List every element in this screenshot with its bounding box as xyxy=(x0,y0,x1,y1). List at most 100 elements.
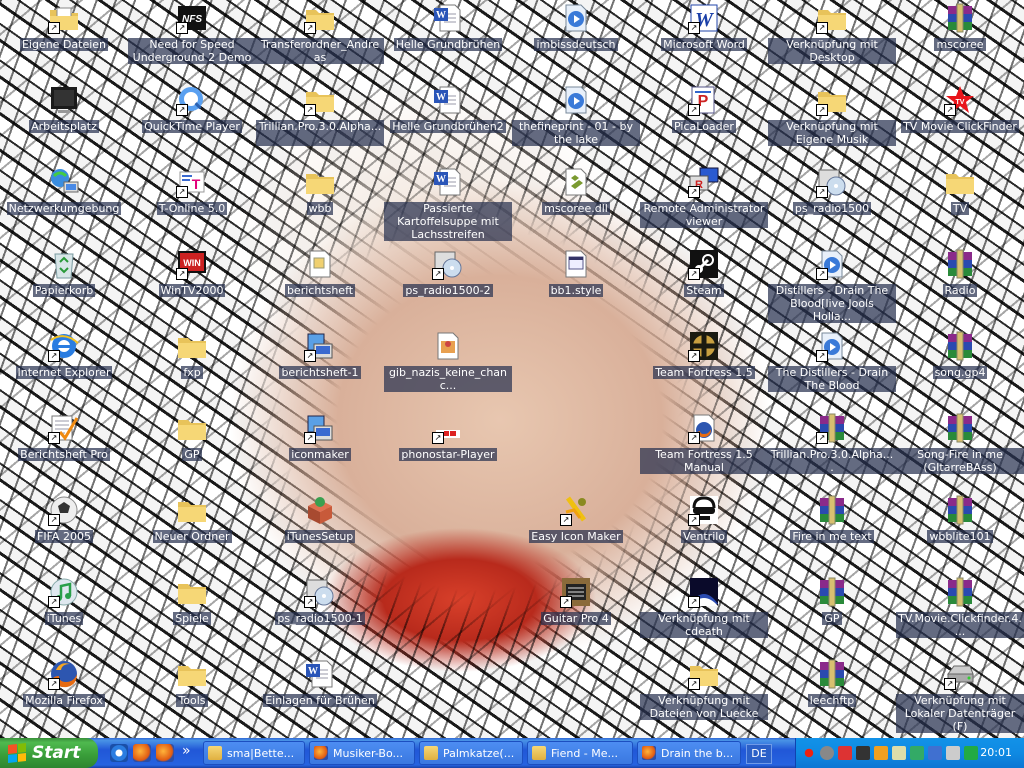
desktop-icon[interactable]: NFS ↗ Need for Speed Underground 2 Demo xyxy=(128,2,256,82)
desktop-icon[interactable]: thefineprint - 01 - by the lake xyxy=(512,84,640,164)
setup-cd-icon: ↗ xyxy=(816,166,848,198)
tray-monitor-icon[interactable] xyxy=(928,746,942,760)
desktop-icon[interactable]: ↗ berichtsheft-1 xyxy=(256,330,384,410)
clock[interactable]: 20:01 xyxy=(980,746,1012,759)
desktop-icon[interactable]: P ↗ PicaLoader xyxy=(640,84,768,164)
desktop-icon[interactable]: mscoree.dll xyxy=(512,166,640,246)
desktop-icon[interactable]: W Passierte Kartoffelsuppe mit Lachsstrei… xyxy=(384,166,512,246)
tray-antivirus-icon[interactable] xyxy=(964,746,978,760)
word-app-icon: W ↗ xyxy=(688,2,720,34)
taskbar-button[interactable]: Fiend - Me... xyxy=(527,741,633,765)
desktop-icon[interactable]: ↗ Steam xyxy=(640,248,768,328)
quicklaunch-firefox-icon[interactable] xyxy=(156,744,174,762)
start-button[interactable]: Start xyxy=(0,738,98,768)
desktop-icon[interactable]: leechftp xyxy=(768,658,896,738)
shortcut-arrow-icon: ↗ xyxy=(688,22,700,34)
word-doc-icon: W xyxy=(432,84,464,116)
desktop-icon[interactable]: bb1.style xyxy=(512,248,640,328)
desktop-icon[interactable]: Neuer Ordner xyxy=(128,494,256,574)
desktop-icon-label: Microsoft Word xyxy=(661,38,747,51)
desktop-icon[interactable]: ↗ Guitar Pro 4 xyxy=(512,576,640,656)
desktop-icon[interactable]: ↗ phonostar-Player xyxy=(384,412,512,492)
desktop-icon[interactable]: ↗ ps_radio1500-1 xyxy=(256,576,384,656)
desktop-icon[interactable]: W ↗ Microsoft Word xyxy=(640,2,768,82)
desktop-icon[interactable]: ↗ Trillian.Pro.3.0.Alpha.... xyxy=(768,412,896,492)
desktop-icon[interactable]: ↗ Transferordner_Andreas xyxy=(256,2,384,82)
taskbar-button[interactable]: Palmkatze(... xyxy=(419,741,523,765)
desktop-icon[interactable]: ↗ Internet Explorer xyxy=(0,330,128,410)
dll-icon xyxy=(560,166,592,198)
desktop-icon[interactable]: R ↗ Remote Administrator viewer xyxy=(640,166,768,246)
desktop-icon[interactable]: Spiele xyxy=(128,576,256,656)
shortcut-arrow-icon: ↗ xyxy=(176,22,188,34)
desktop-icon-label: Arbeitsplatz xyxy=(29,120,99,133)
quicklaunch-firefox-icon[interactable] xyxy=(133,744,151,762)
desktop-icon[interactable]: ↗ ps_radio1500-2 xyxy=(384,248,512,328)
desktop-icon[interactable]: ↗ FIFA 2005 xyxy=(0,494,128,574)
desktop-icon[interactable]: ↗ Team Fortress 1.5 Manual xyxy=(640,412,768,492)
taskbar-button[interactable]: Drain the b... xyxy=(637,741,741,765)
desktop-icon[interactable]: berichtsheft xyxy=(256,248,384,328)
svg-text:W: W xyxy=(436,174,446,185)
tray-star-icon[interactable] xyxy=(802,746,816,760)
taskbar-button[interactable]: Musiker-Bo... xyxy=(309,741,415,765)
desktop-icon[interactable]: Fire in me text xyxy=(768,494,896,574)
desktop-icon[interactable]: ↗ Easy Icon Maker xyxy=(512,494,640,574)
desktop-icon[interactable]: ↗ iconmaker xyxy=(256,412,384,492)
desktop-icon[interactable]: wbblite101 xyxy=(896,494,1024,574)
desktop-icon[interactable]: Tools xyxy=(128,658,256,738)
desktop-icon[interactable]: Netzwerkumgebung xyxy=(0,166,128,246)
quicklaunch-overflow-icon[interactable]: » xyxy=(182,743,191,759)
tray-printer-icon[interactable] xyxy=(946,746,960,760)
desktop-icon[interactable]: T ↗ T-Online 5.0 xyxy=(128,166,256,246)
desktop-icon-label: TV Movie ClickFinder xyxy=(901,120,1019,133)
desktop-icon[interactable]: W Einlagen für Brühen xyxy=(256,658,384,738)
desktop-icon[interactable]: GP xyxy=(768,576,896,656)
desktop-icon[interactable]: ↗ Ventrilo xyxy=(640,494,768,574)
desktop-icon[interactable]: imbissdeutsch xyxy=(512,2,640,82)
tray-steam-icon[interactable] xyxy=(856,746,870,760)
desktop-icon[interactable]: fxp xyxy=(128,330,256,410)
desktop-icon[interactable]: ↗ The Distillers - Drain The Blood xyxy=(768,330,896,410)
desktop-icon[interactable]: ↗ Eigene Dateien xyxy=(0,2,128,82)
desktop-icon[interactable]: ↗ Distillers - Drain The Blood[live Jools… xyxy=(768,248,896,328)
desktop-icon[interactable]: Papierkorb xyxy=(0,248,128,328)
desktop-icon[interactable]: ↗ Verknüpfung mit cdeath xyxy=(640,576,768,656)
tray-network-icon[interactable] xyxy=(892,746,906,760)
desktop-icon[interactable]: GP xyxy=(128,412,256,492)
desktop-icon[interactable]: song.gp4 xyxy=(896,330,1024,410)
desktop-icon[interactable]: ↗ Verknüpfung mit Desktop xyxy=(768,2,896,82)
tray-app-icon[interactable] xyxy=(874,746,888,760)
taskbar-button[interactable]: sma|Bette... xyxy=(203,741,305,765)
desktop-icon[interactable]: Radio xyxy=(896,248,1024,328)
desktop-icon[interactable]: W Helle Grundbrühen2 xyxy=(384,84,512,164)
desktop-icon[interactable]: ↗ Trillian.Pro.3.0.Alpha.... xyxy=(256,84,384,164)
desktop-icon[interactable]: WIN ↗ WinTV2000 xyxy=(128,248,256,328)
tray-icq-icon[interactable] xyxy=(838,746,852,760)
language-indicator[interactable]: DE xyxy=(746,744,772,764)
desktop-icon[interactable]: TV.Movie.Clickfinder.4.... xyxy=(896,576,1024,656)
desktop-icon[interactable]: W Helle Grundbrühen xyxy=(384,2,512,82)
desktop-icon[interactable]: iTunesSetup xyxy=(256,494,384,574)
desktop-icon[interactable]: ↗ Team Fortress 1.5 xyxy=(640,330,768,410)
desktop-icon[interactable]: ↗ Mozilla Firefox xyxy=(0,658,128,738)
desktop-icon[interactable]: ↗ Verknüpfung mit Eigene Musik xyxy=(768,84,896,164)
recycle-bin-icon xyxy=(48,248,80,280)
desktop-icon[interactable]: TV xyxy=(896,166,1024,246)
desktop-icon[interactable]: TV ↗ TV Movie ClickFinder xyxy=(896,84,1024,164)
desktop-icon[interactable]: gib_nazis_keine_chanc... xyxy=(384,330,512,410)
tray-user-icon[interactable] xyxy=(910,746,924,760)
quicklaunch-internet-explorer-icon[interactable] xyxy=(110,744,128,762)
desktop-icon[interactable]: ↗ Verknüpfung mit Dateien von Luecke xyxy=(640,658,768,738)
desktop-icon[interactable]: Arbeitsplatz xyxy=(0,84,128,164)
desktop-icon[interactable]: wbb xyxy=(256,166,384,246)
desktop-icon[interactable]: Song-Fire in me (GItarreBAss) xyxy=(896,412,1024,492)
tray-speaker-icon[interactable] xyxy=(820,746,834,760)
desktop-icon[interactable]: ↗ iTunes xyxy=(0,576,128,656)
desktop-icon[interactable]: mscoree xyxy=(896,2,1024,82)
shortcut-arrow-icon: ↗ xyxy=(816,350,828,362)
desktop-icon[interactable]: ↗ Berichtsheft Pro xyxy=(0,412,128,492)
desktop-icon[interactable]: ↗ ps_radio1500 xyxy=(768,166,896,246)
desktop-icon[interactable]: ↗ QuickTime Player xyxy=(128,84,256,164)
desktop-icon[interactable]: ↗ Verknüpfung mit Lokaler Datenträger (F) xyxy=(896,658,1024,738)
